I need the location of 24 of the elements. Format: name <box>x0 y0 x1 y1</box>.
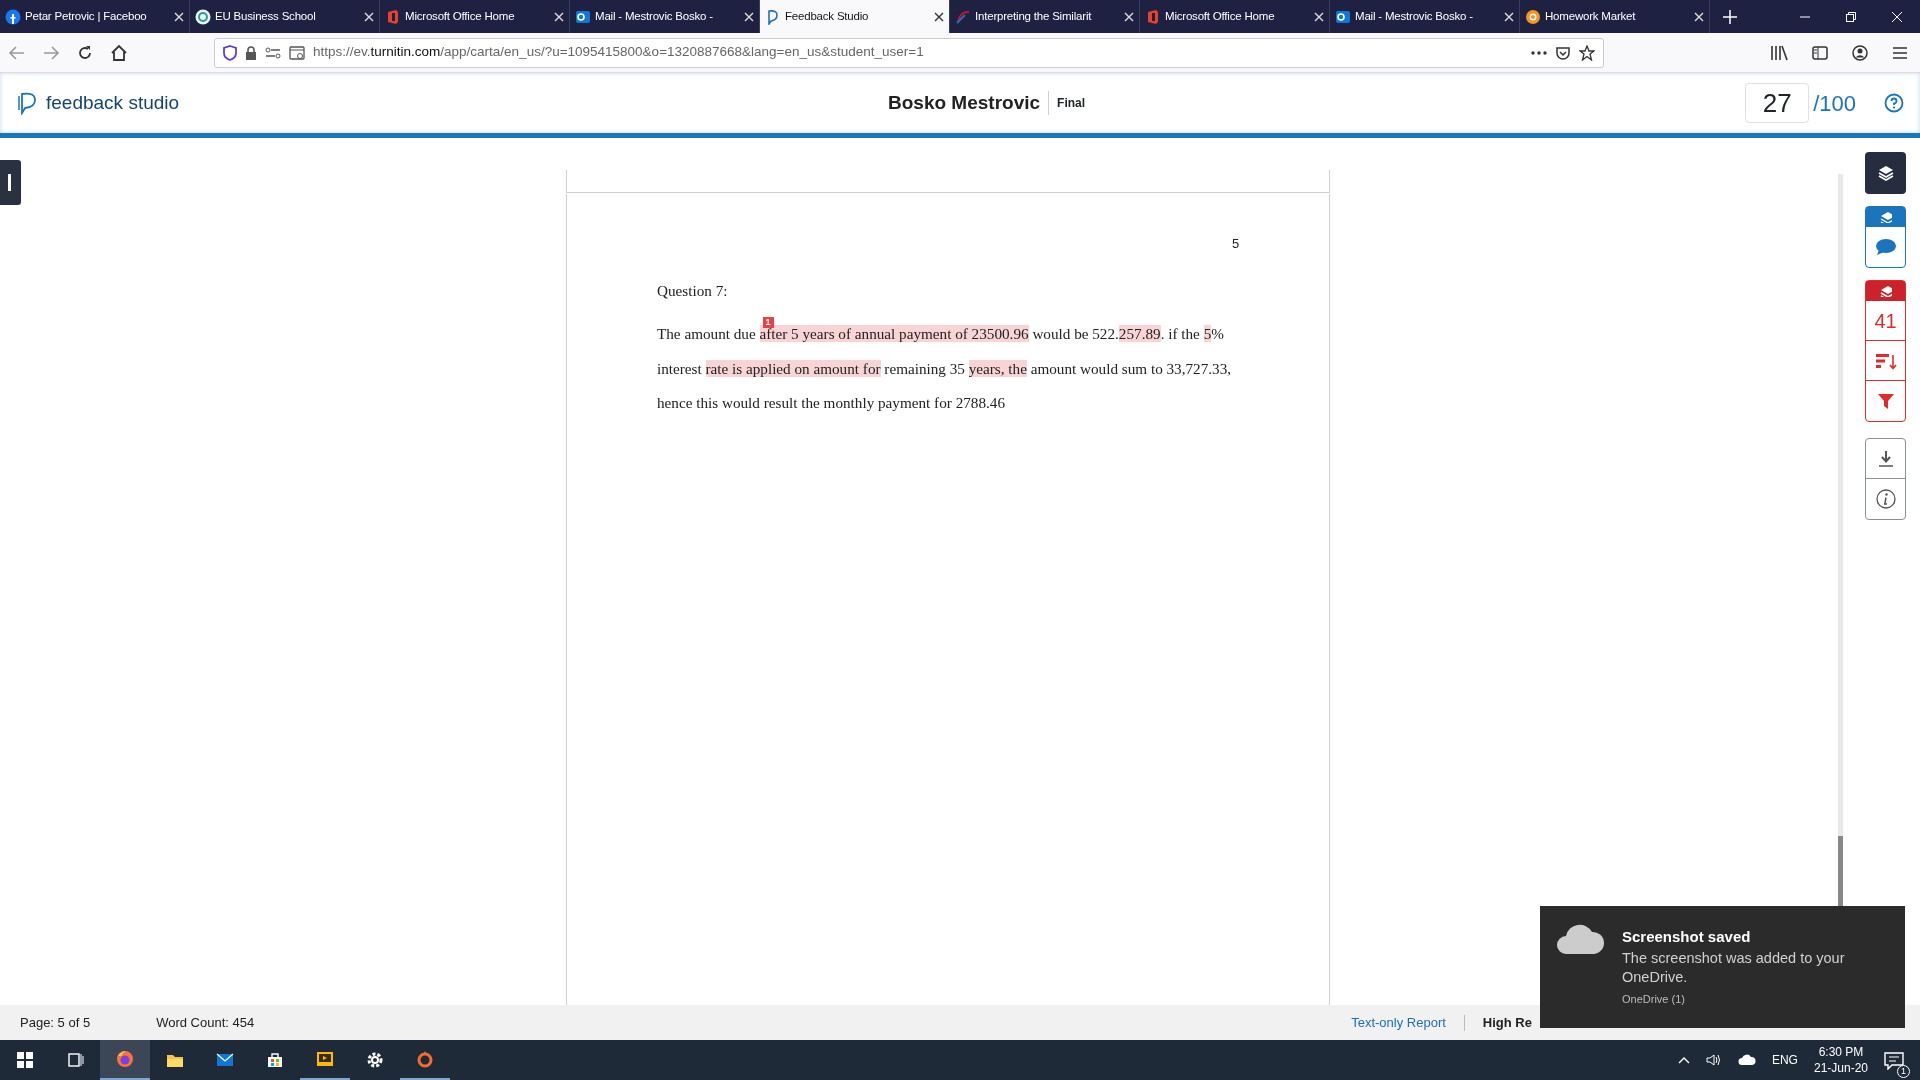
match-marker[interactable]: 1 <box>762 317 774 328</box>
language-indicator[interactable]: ENG <box>1771 1051 1798 1069</box>
page-number: 5 <box>1232 235 1240 253</box>
question-heading: Question 7: <box>657 281 728 301</box>
notification-title: Screenshot saved <box>1622 927 1752 947</box>
page-indicator: Page: 5 of 5 <box>20 1013 91 1032</box>
word-count: Word Count: 454 <box>156 1013 255 1032</box>
match-count[interactable]: 41 <box>1866 301 1905 341</box>
browser-tab[interactable]: Feedback Studio <box>760 0 950 33</box>
notification-count: 1 <box>1897 1065 1910 1078</box>
url-text: https://ev.turnitin.com/app/carta/en_us/?u=1095415800&o=1320887668&lang=en_us&student_user=1 <box>313 43 925 62</box>
notification-toast[interactable]: Screenshot saved The screenshot was added to your OneDrive. OneDrive (1) <box>1540 906 1905 1028</box>
notification-message: The screenshot was added to your OneDrive. <box>1622 948 1846 987</box>
student-name: Bosko Mestrovic <box>888 90 1041 115</box>
notification-source: OneDrive (1) <box>1622 991 1686 1007</box>
clock-date[interactable]: 21-Jun-20 <box>1813 1060 1868 1076</box>
score-total: /100 <box>1813 89 1856 118</box>
clock-time[interactable]: 6:30 PM <box>1813 1044 1868 1060</box>
text-only-report-link[interactable]: Text-only Report <box>1351 1012 1446 1033</box>
submission-status: Final <box>1057 95 1086 112</box>
score-field[interactable]: 27 <box>1745 83 1810 123</box>
logo-text: feedback studio <box>46 90 180 115</box>
address-field[interactable]: https://ev.turnitin.com/app/carta/en_us/?u=1095415800&o=1320887668&lang=en_us&student_user=1 <box>214 37 1604 68</box>
high-resolution-label: High Re <box>1482 1013 1532 1032</box>
